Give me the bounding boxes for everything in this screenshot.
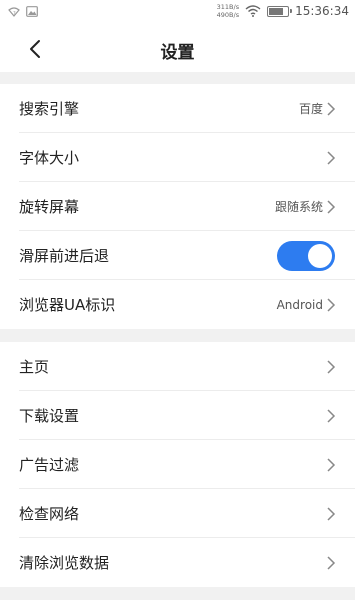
setting-value: 百度 bbox=[298, 102, 323, 116]
setting-ad-filter[interactable]: 广告过滤 bbox=[0, 440, 355, 489]
setting-label: 下载设置 bbox=[19, 407, 80, 425]
setting-label: 主页 bbox=[19, 358, 50, 376]
chevron-right-icon bbox=[327, 556, 336, 570]
image-icon bbox=[26, 6, 38, 17]
chevron-right-icon bbox=[327, 200, 336, 214]
setting-download[interactable]: 下载设置 bbox=[0, 391, 355, 440]
setting-label: 广告过滤 bbox=[19, 456, 80, 474]
setting-search-engine[interactable]: 搜索引擎 百度 bbox=[0, 84, 355, 133]
setting-label: 滑屏前进后退 bbox=[19, 247, 110, 265]
wifi-icon bbox=[245, 5, 261, 17]
setting-label: 搜索引擎 bbox=[19, 100, 80, 118]
page-title: 设置 bbox=[160, 43, 195, 63]
section-gap bbox=[0, 72, 355, 84]
setting-clear-browsing-data[interactable]: 清除浏览数据 bbox=[0, 538, 355, 587]
chevron-right-icon bbox=[327, 151, 336, 165]
swipe-navigation-toggle[interactable] bbox=[277, 241, 335, 271]
setting-label: 字体大小 bbox=[19, 149, 80, 167]
chevron-right-icon bbox=[327, 360, 336, 374]
setting-check-network[interactable]: 检查网络 bbox=[0, 489, 355, 538]
battery-icon bbox=[267, 5, 293, 17]
setting-swipe-navigation: 滑屏前进后退 bbox=[0, 231, 355, 280]
app-header: 设置 bbox=[0, 26, 355, 72]
chevron-right-icon bbox=[327, 102, 336, 116]
setting-rotate-screen[interactable]: 旋转屏幕 跟随系统 bbox=[0, 182, 355, 231]
status-time: 15:36:34 bbox=[295, 4, 349, 18]
setting-label: 清除浏览数据 bbox=[19, 554, 110, 572]
setting-value: Android bbox=[276, 297, 323, 312]
battery-fill bbox=[269, 7, 283, 15]
setting-label: 检查网络 bbox=[19, 505, 80, 523]
toggle-knob bbox=[308, 244, 332, 268]
section-gap bbox=[0, 329, 355, 342]
wifi-off-icon: ? bbox=[8, 6, 20, 17]
chevron-right-icon bbox=[327, 507, 336, 521]
section-gap bbox=[0, 587, 355, 600]
setting-font-size[interactable]: 字体大小 bbox=[0, 133, 355, 182]
speed-down: 490B/s bbox=[216, 11, 240, 19]
svg-text:?: ? bbox=[13, 11, 16, 17]
setting-label: 旋转屏幕 bbox=[19, 198, 80, 216]
setting-ua-identifier[interactable]: 浏览器UA标识 Android bbox=[0, 280, 355, 329]
chevron-right-icon bbox=[327, 458, 336, 472]
chevron-right-icon bbox=[327, 409, 336, 423]
network-speed: 311B/s 490B/s bbox=[217, 3, 239, 19]
setting-value: 跟随系统 bbox=[274, 200, 323, 214]
chevron-right-icon bbox=[327, 298, 336, 312]
speed-up: 311B/s bbox=[216, 3, 240, 11]
status-bar: ? 311B/s 490B/s 15:36:34 bbox=[0, 0, 355, 26]
setting-homepage[interactable]: 主页 bbox=[0, 342, 355, 391]
setting-label: 浏览器UA标识 bbox=[19, 296, 116, 314]
